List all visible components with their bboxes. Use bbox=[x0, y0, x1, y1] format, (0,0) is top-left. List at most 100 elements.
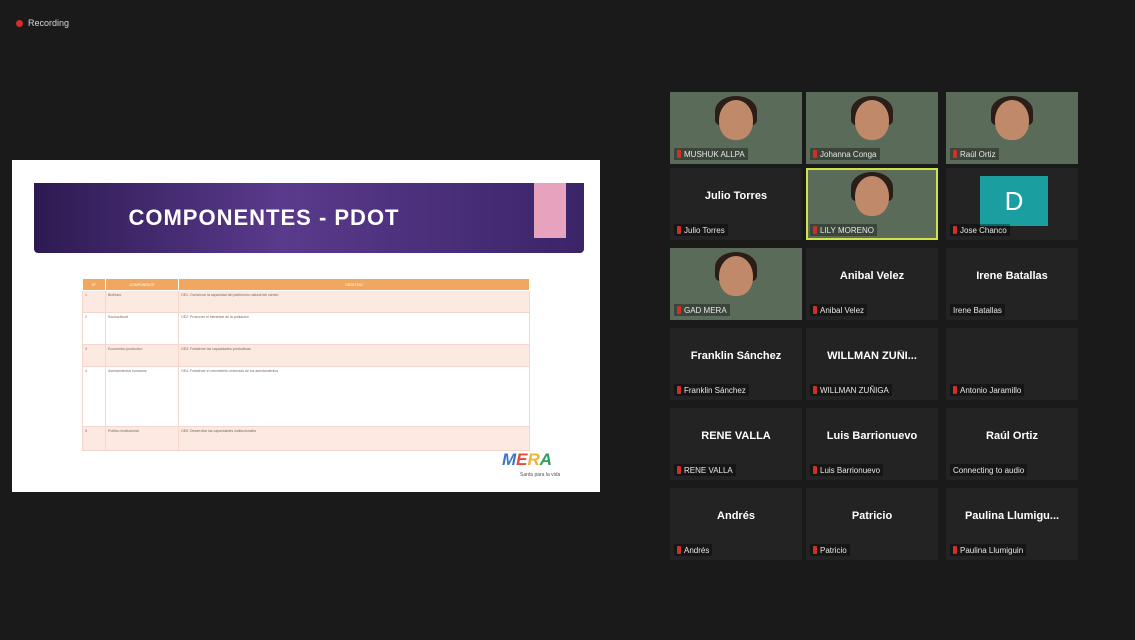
participant-name-label: Connecting to audio bbox=[950, 464, 1028, 476]
recording-indicator: Recording bbox=[16, 18, 69, 28]
participant-name-label: Anibal Velez bbox=[810, 304, 868, 316]
mera-logo: MERA bbox=[502, 450, 553, 469]
table-header: N° bbox=[82, 278, 106, 291]
participant-name-label: Paulina Llumiguin bbox=[950, 544, 1027, 556]
slide-title: COMPONENTES - PDOT bbox=[128, 205, 400, 230]
participant-tile[interactable]: D Jose Chanco bbox=[946, 168, 1078, 240]
participant-tile[interactable]: WILLMAN ZUÑI... WILLMAN ZUÑIGA bbox=[806, 328, 938, 400]
shared-screen-slide: COMPONENTES - PDOT N° COMPONENTE OBJETIV… bbox=[12, 160, 600, 492]
muted-mic-icon bbox=[813, 546, 817, 554]
logo-tagline: Santa para la vida bbox=[520, 472, 561, 478]
participant-display-name: Anibal Velez bbox=[839, 270, 905, 282]
muted-mic-icon bbox=[677, 466, 681, 474]
participant-name-label: Julio Torres bbox=[674, 224, 728, 236]
participant-name-text: RENE VALLA bbox=[684, 465, 733, 475]
table-cell: OE3: Fortalecer las capacidades producti… bbox=[178, 344, 530, 367]
participant-tile[interactable]: Raúl Ortiz bbox=[946, 92, 1078, 164]
participant-display-name: Irene Batallas bbox=[976, 270, 1048, 282]
participant-tile[interactable]: Anibal Velez Anibal Velez bbox=[806, 248, 938, 320]
table-cell: 4 bbox=[82, 366, 106, 427]
table-cell: Político institucional bbox=[105, 426, 179, 451]
table-cell: OE1: Conservar la capacidad del patrimon… bbox=[178, 290, 530, 313]
participant-name-text: Andrés bbox=[684, 545, 710, 555]
participant-display-name: Julio Torres bbox=[704, 190, 768, 202]
participant-tile[interactable]: Julio Torres Julio Torres bbox=[670, 168, 802, 240]
participant-display-name: Luis Barrionuevo bbox=[826, 430, 918, 442]
participant-name-text: Franklin Sánchez bbox=[684, 385, 746, 395]
participant-name-text: Raúl Ortiz bbox=[960, 149, 996, 159]
table-cell: OE4: Fortalecer el crecimiento ordenado … bbox=[178, 366, 530, 427]
participant-display-name: Andrés bbox=[717, 510, 755, 522]
participant-tile[interactable]: Raúl Ortiz Connecting to audio bbox=[946, 408, 1078, 480]
participant-name-label: Andrés bbox=[674, 544, 713, 556]
participant-name-text: Connecting to audio bbox=[953, 465, 1025, 475]
participant-name-label: RENE VALLA bbox=[674, 464, 736, 476]
muted-mic-icon bbox=[813, 306, 817, 314]
components-table: N° COMPONENTE OBJETIVO 1 Biofísico OE1: … bbox=[82, 278, 530, 451]
participant-name-label: Franklin Sánchez bbox=[674, 384, 749, 396]
participant-display-name: RENE VALLA bbox=[701, 430, 771, 442]
participant-tile[interactable]: Irene Batallas Irene Batallas bbox=[946, 248, 1078, 320]
participant-tile[interactable]: Patricio Patricio bbox=[806, 488, 938, 560]
muted-mic-icon bbox=[813, 466, 817, 474]
participant-video-face bbox=[855, 176, 889, 216]
participant-name-text: WILLMAN ZUÑIGA bbox=[820, 385, 889, 395]
participant-name-text: Patricio bbox=[820, 545, 847, 555]
table-header: OBJETIVO bbox=[178, 278, 530, 291]
muted-mic-icon bbox=[813, 386, 817, 394]
participant-name-text: MUSHUK ALLPA bbox=[684, 149, 745, 159]
muted-mic-icon bbox=[677, 386, 681, 394]
participant-name-text: Jose Chanco bbox=[960, 225, 1007, 235]
participant-name-label: Johanna Conga bbox=[810, 148, 880, 160]
table-row: 4 Asentamientos humanos OE4: Fortalecer … bbox=[82, 366, 530, 427]
muted-mic-icon bbox=[953, 386, 957, 394]
participant-display-name: Patricio bbox=[851, 510, 893, 522]
muted-mic-icon bbox=[677, 226, 681, 234]
participant-tile[interactable]: Franklin Sánchez Franklin Sánchez bbox=[670, 328, 802, 400]
participant-name-text: Johanna Conga bbox=[820, 149, 877, 159]
participant-display-name: WILLMAN ZUÑI... bbox=[827, 350, 917, 362]
table-cell: Económico productivo bbox=[105, 344, 179, 367]
participant-tile[interactable]: Johanna Conga bbox=[806, 92, 938, 164]
muted-mic-icon bbox=[953, 546, 957, 554]
participant-video-face bbox=[719, 256, 753, 296]
table-cell: 2 bbox=[82, 312, 106, 345]
participant-tile[interactable]: LILY MORENO bbox=[806, 168, 938, 240]
participant-display-name: Franklin Sánchez bbox=[690, 350, 782, 362]
participant-name-text: Luis Barrionuevo bbox=[820, 465, 881, 475]
table-header: COMPONENTE bbox=[105, 278, 179, 291]
muted-mic-icon bbox=[677, 306, 681, 314]
participant-tile[interactable]: Antonio Jaramillo bbox=[946, 328, 1078, 400]
table-cell: Biofísico bbox=[105, 290, 179, 313]
participant-name-label: Irene Batallas bbox=[950, 304, 1005, 316]
table-cell: Sociocultural bbox=[105, 312, 179, 345]
participant-display-name: Paulina Llumigu... bbox=[964, 510, 1060, 522]
participant-name-label: Antonio Jaramillo bbox=[950, 384, 1025, 396]
participant-tile[interactable]: Luis Barrionuevo Luis Barrionuevo bbox=[806, 408, 938, 480]
participant-name-label: Raúl Ortiz bbox=[950, 148, 999, 160]
participant-name-label: WILLMAN ZUÑIGA bbox=[810, 384, 892, 396]
participant-name-text: Julio Torres bbox=[684, 225, 725, 235]
muted-mic-icon bbox=[813, 150, 817, 158]
recording-dot-icon bbox=[16, 19, 23, 27]
muted-mic-icon bbox=[953, 226, 957, 234]
table-row: 5 Político institucional OE5: Desarrolla… bbox=[82, 426, 530, 451]
participant-video-face bbox=[995, 100, 1029, 140]
muted-mic-icon bbox=[677, 150, 681, 158]
participant-tile[interactable]: Paulina Llumigu... Paulina Llumiguin bbox=[946, 488, 1078, 560]
muted-mic-icon bbox=[953, 150, 957, 158]
participant-name-label: Luis Barrionuevo bbox=[810, 464, 884, 476]
participant-tile[interactable]: RENE VALLA RENE VALLA bbox=[670, 408, 802, 480]
participant-name-label: Jose Chanco bbox=[950, 224, 1010, 236]
table-cell: 5 bbox=[82, 426, 106, 451]
participant-name-text: Antonio Jaramillo bbox=[960, 385, 1022, 395]
participant-tile[interactable]: GAD MERA bbox=[670, 248, 802, 320]
participant-name-label: MUSHUK ALLPA bbox=[674, 148, 748, 160]
participant-name-text: Irene Batallas bbox=[953, 305, 1002, 315]
participant-name-text: Paulina Llumiguin bbox=[960, 545, 1024, 555]
participant-tile[interactable]: MUSHUK ALLPA bbox=[670, 92, 802, 164]
participant-tile[interactable]: Andrés Andrés bbox=[670, 488, 802, 560]
top-bar bbox=[0, 0, 1135, 8]
table-cell: 3 bbox=[82, 344, 106, 367]
participant-video-face bbox=[719, 100, 753, 140]
